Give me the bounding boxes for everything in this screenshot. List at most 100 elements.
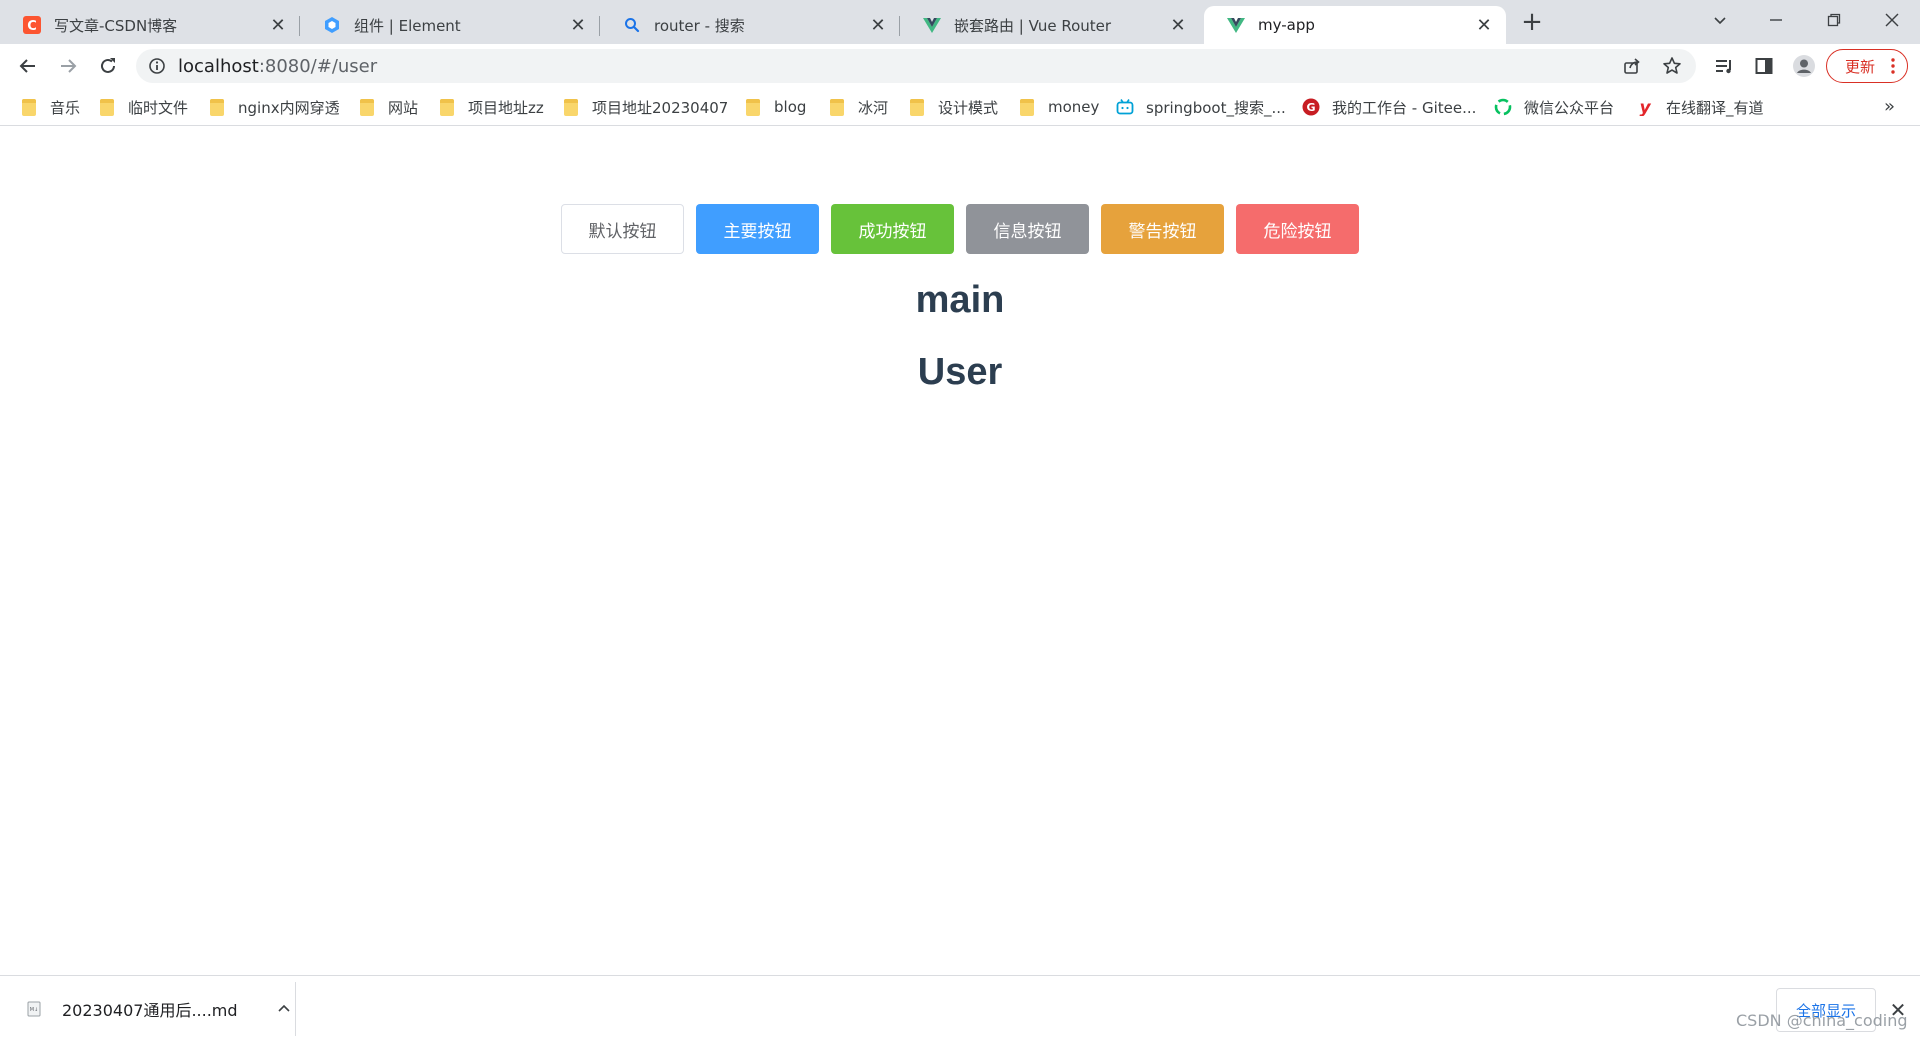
folder-icon: [98, 98, 116, 116]
bookmark-item[interactable]: 项目地址zz: [438, 96, 544, 118]
csdn-icon: C: [22, 15, 42, 35]
bookmark-label: money: [1048, 98, 1100, 116]
bookmark-label: 项目地址zz: [468, 98, 544, 117]
bookmarks-bar: 音乐 临时文件 nginx内网穿透 网站 项目地址zz 项目地址20230407…: [0, 88, 1920, 126]
window-close-icon[interactable]: [1864, 0, 1920, 40]
profile-avatar-icon[interactable]: [1792, 54, 1816, 78]
bookmark-label: nginx内网穿透: [238, 98, 340, 117]
more-bookmarks-icon[interactable]: »: [1884, 96, 1895, 117]
wechat-icon: [1494, 98, 1512, 116]
search-icon: [622, 15, 642, 35]
button-row: 默认按钮 主要按钮 成功按钮 信息按钮 警告按钮 危险按钮: [561, 204, 1359, 254]
share-icon[interactable]: [1622, 56, 1642, 76]
primary-button[interactable]: 主要按钮: [696, 204, 819, 254]
side-panel-icon[interactable]: [1752, 54, 1776, 78]
tab-my-app[interactable]: my-app ✕: [1204, 6, 1506, 44]
close-icon[interactable]: ✕: [568, 15, 588, 36]
close-icon[interactable]: ✕: [1168, 15, 1188, 36]
bookmark-label: 音乐: [50, 98, 81, 117]
new-tab-button[interactable]: +: [1518, 7, 1546, 37]
bookmark-item[interactable]: 临时文件: [98, 96, 188, 118]
tab-router-search[interactable]: router - 搜索 ✕: [600, 6, 900, 44]
more-vert-icon: [1891, 58, 1895, 74]
download-shelf: M↓ 20230407通用后....md 全部显示 ✕: [0, 975, 1920, 1042]
folder-icon: [20, 98, 38, 116]
bookmark-item[interactable]: G 我的工作台 - Gitee...: [1302, 96, 1476, 118]
bookmark-item[interactable]: 冰河: [828, 96, 888, 118]
info-button[interactable]: 信息按钮: [966, 204, 1089, 254]
reload-icon: [101, 58, 115, 73]
url-host: localhost: [178, 56, 259, 77]
danger-button[interactable]: 危险按钮: [1236, 204, 1359, 254]
bookmark-item[interactable]: 微信公众平台: [1494, 96, 1614, 118]
markdown-file-icon: M↓: [20, 995, 48, 1023]
tab-title: 组件 | Element: [354, 16, 461, 35]
tab-title: 嵌套路由 | Vue Router: [954, 16, 1112, 35]
back-button[interactable]: [12, 50, 44, 82]
folder-icon: [828, 98, 846, 116]
address-bar[interactable]: localhost:8080/#/user: [136, 49, 1696, 83]
tab-csdn[interactable]: C 写文章-CSDN博客 ✕: [0, 6, 300, 44]
bookmark-item[interactable]: 音乐: [20, 96, 80, 118]
forward-arrow-icon: [61, 59, 77, 73]
close-icon[interactable]: ✕: [268, 15, 288, 36]
svg-text:G: G: [1306, 101, 1315, 114]
tab-title: my-app: [1258, 16, 1315, 34]
folder-icon: [1018, 98, 1036, 116]
bookmark-label: 临时文件: [128, 98, 189, 117]
tab-element[interactable]: 组件 | Element ✕: [300, 6, 600, 44]
bookmark-item[interactable]: nginx内网穿透: [208, 96, 340, 118]
chevron-up-icon[interactable]: [272, 997, 296, 1021]
browser-toolbar: localhost:8080/#/user 更新: [0, 44, 1920, 88]
url-path: :8080/#/user: [258, 56, 378, 77]
tab-search-chevron-icon[interactable]: [1692, 0, 1748, 40]
bookmark-label: springboot_搜索_...: [1146, 98, 1286, 117]
bookmark-label: 在线翻译_有道: [1666, 98, 1764, 117]
bookmark-label: 网站: [388, 98, 419, 117]
bookmark-item[interactable]: 设计模式: [908, 96, 998, 118]
main-heading: main: [915, 279, 1005, 321]
bookmark-label: 冰河: [858, 98, 889, 117]
close-icon[interactable]: ✕: [868, 15, 888, 36]
gitee-icon: G: [1302, 98, 1320, 116]
svg-text:C: C: [27, 19, 37, 34]
site-info-icon[interactable]: [148, 57, 166, 75]
user-heading: User: [917, 351, 1003, 393]
minimize-icon[interactable]: [1748, 0, 1804, 40]
forward-button[interactable]: [52, 50, 84, 82]
bookmark-label: 项目地址20230407: [592, 98, 729, 117]
bookmark-item[interactable]: blog: [744, 96, 806, 118]
youdao-icon: y: [1636, 98, 1654, 116]
bookmark-item[interactable]: 网站: [358, 96, 418, 118]
download-item[interactable]: M↓ 20230407通用后....md: [20, 986, 296, 1032]
bookmark-item[interactable]: y 在线翻译_有道: [1636, 96, 1764, 118]
url-text[interactable]: localhost:8080/#/user: [178, 56, 377, 77]
bookmark-label: 我的工作台 - Gitee...: [1332, 98, 1477, 117]
divider: [295, 982, 296, 1036]
bookmark-star-icon[interactable]: [1662, 56, 1682, 76]
bookmark-label: blog: [774, 98, 807, 116]
folder-icon: [438, 98, 456, 116]
folder-icon: [208, 98, 226, 116]
page-content: 默认按钮 主要按钮 成功按钮 信息按钮 警告按钮 危险按钮 main User: [0, 127, 1920, 975]
folder-icon: [358, 98, 376, 116]
success-button[interactable]: 成功按钮: [831, 204, 954, 254]
update-button[interactable]: 更新: [1826, 49, 1908, 83]
restore-icon[interactable]: [1806, 0, 1862, 40]
bookmark-item[interactable]: money: [1018, 96, 1099, 118]
default-button[interactable]: 默认按钮: [561, 204, 684, 254]
reading-list-icon[interactable]: [1712, 54, 1736, 78]
warning-button[interactable]: 警告按钮: [1101, 204, 1224, 254]
bookmark-item[interactable]: springboot_搜索_...: [1116, 96, 1286, 118]
back-arrow-icon: [19, 59, 35, 73]
tab-vue-router[interactable]: 嵌套路由 | Vue Router ✕: [900, 6, 1200, 44]
vue-icon: [1226, 15, 1246, 35]
reload-button[interactable]: [92, 50, 124, 82]
bookmark-label: 设计模式: [938, 98, 999, 117]
close-icon[interactable]: ✕: [1474, 15, 1494, 36]
update-button-label: 更新: [1845, 57, 1876, 76]
download-file-name: 20230407通用后....md: [62, 1001, 238, 1020]
bookmark-item[interactable]: 项目地址20230407: [562, 96, 728, 118]
bilibili-icon: [1116, 98, 1134, 116]
watermark: CSDN @china_coding: [1736, 1011, 1908, 1030]
